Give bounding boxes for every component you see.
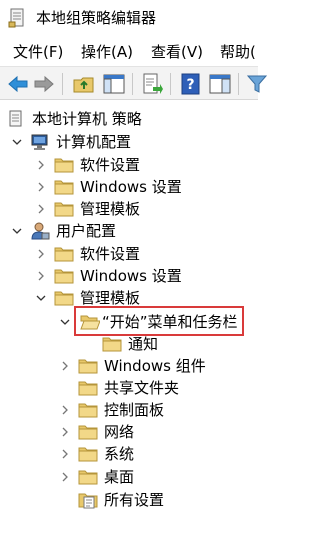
tree-item-computer-config[interactable]: 计算机配置 xyxy=(0,131,258,153)
chevron-right-icon[interactable] xyxy=(58,443,72,465)
menu-view[interactable]: 查看(V) xyxy=(151,42,203,62)
show-hide-tree-icon[interactable] xyxy=(102,72,126,96)
help-icon[interactable]: ? xyxy=(179,72,203,96)
svg-text:?: ? xyxy=(186,77,194,93)
tree-label: 桌面 xyxy=(104,468,135,486)
folder-icon xyxy=(54,156,74,174)
tree-item-shared-folders[interactable]: 共享文件夹 xyxy=(0,377,258,399)
tree-item-notifications[interactable]: 通知 xyxy=(0,333,258,355)
tree-item-windows-components[interactable]: Windows 组件 xyxy=(0,355,258,377)
chevron-right-icon[interactable] xyxy=(58,421,72,443)
folder-icon xyxy=(78,401,98,419)
tree-item-network[interactable]: 网络 xyxy=(0,421,258,443)
title-bar: 本地组策略编辑器 xyxy=(0,0,258,36)
folder-icon xyxy=(54,289,74,307)
tree-item-system[interactable]: 系统 xyxy=(0,443,258,465)
folder-icon xyxy=(54,267,74,285)
up-folder-icon[interactable] xyxy=(72,72,96,96)
chevron-right-icon[interactable] xyxy=(34,198,48,220)
tree-item-cc-software[interactable]: 软件设置 xyxy=(0,154,258,176)
tree-label: 软件设置 xyxy=(80,156,141,174)
toolbar-separator xyxy=(132,73,133,95)
chevron-right-icon[interactable] xyxy=(34,154,48,176)
policy-document-icon xyxy=(6,110,26,128)
chevron-down-icon[interactable] xyxy=(10,220,24,242)
tree-item-cc-windows-settings[interactable]: Windows 设置 xyxy=(0,176,258,198)
tree-item-uc-software[interactable]: 软件设置 xyxy=(0,243,258,265)
chevron-right-icon[interactable] xyxy=(58,355,72,377)
menu-bar: 文件(F) 操作(A) 查看(V) 帮助( xyxy=(0,40,258,64)
menu-action[interactable]: 操作(A) xyxy=(81,42,133,62)
filter-icon[interactable] xyxy=(246,72,270,96)
chevron-down-icon[interactable] xyxy=(10,131,24,153)
chevron-right-icon[interactable] xyxy=(58,466,72,488)
folder-icon xyxy=(102,335,122,353)
policy-editor-icon xyxy=(8,8,26,28)
tree-label: 管理模板 xyxy=(80,289,141,307)
toolbar-separator xyxy=(62,73,63,95)
tree-item-all-settings[interactable]: 所有设置 xyxy=(0,489,258,511)
folder-icon xyxy=(78,423,98,441)
chevron-right-icon[interactable] xyxy=(58,399,72,421)
tree-label: 控制面板 xyxy=(104,401,165,419)
folder-icon xyxy=(78,468,98,486)
settings-list-icon xyxy=(78,491,98,509)
tree-label: 所有设置 xyxy=(104,491,165,509)
tree-item-cc-admin-templates[interactable]: 管理模板 xyxy=(0,198,258,220)
tree-label: 本地计算机 策略 xyxy=(32,110,142,128)
highlight-box xyxy=(74,306,244,336)
toolbar-separator xyxy=(238,73,239,95)
tree-item-root[interactable]: 本地计算机 策略 xyxy=(0,108,258,130)
folder-icon xyxy=(78,445,98,463)
toolbar: ? xyxy=(0,66,268,100)
folder-icon xyxy=(54,245,74,263)
tree-label: 软件设置 xyxy=(80,245,141,263)
folder-icon xyxy=(54,178,74,196)
back-arrow-icon[interactable] xyxy=(6,72,30,96)
forward-arrow-icon[interactable] xyxy=(32,72,56,96)
tree-item-user-config[interactable]: 用户配置 xyxy=(0,220,258,242)
properties-pane-icon[interactable] xyxy=(208,72,232,96)
user-icon xyxy=(30,222,50,240)
chevron-right-icon[interactable] xyxy=(34,243,48,265)
tree-item-control-panel[interactable]: 控制面板 xyxy=(0,399,258,421)
tree-label: 管理模板 xyxy=(80,200,141,218)
tree-label: 通知 xyxy=(128,335,159,353)
folder-icon xyxy=(78,379,98,397)
chevron-down-icon[interactable] xyxy=(34,287,48,309)
tree-label: Windows 组件 xyxy=(104,357,206,375)
tree-label: 计算机配置 xyxy=(56,133,132,151)
tree-label: 网络 xyxy=(104,423,135,441)
toolbar-separator xyxy=(170,73,171,95)
tree-label: Windows 设置 xyxy=(80,178,182,196)
export-list-icon[interactable] xyxy=(140,72,164,96)
tree-label: 系统 xyxy=(104,445,135,463)
tree-label: Windows 设置 xyxy=(80,267,182,285)
folder-icon xyxy=(54,200,74,218)
tree-label: 用户配置 xyxy=(56,222,117,240)
menu-help[interactable]: 帮助( xyxy=(220,42,256,62)
chevron-down-icon[interactable] xyxy=(58,311,72,333)
tree-item-desktop[interactable]: 桌面 xyxy=(0,466,258,488)
tree-item-uc-windows-settings[interactable]: Windows 设置 xyxy=(0,265,258,287)
computer-icon xyxy=(30,133,50,151)
tree-label: 共享文件夹 xyxy=(104,379,180,397)
folder-icon xyxy=(78,357,98,375)
chevron-right-icon[interactable] xyxy=(34,176,48,198)
window-title: 本地组策略编辑器 xyxy=(36,9,157,27)
chevron-right-icon[interactable] xyxy=(34,265,48,287)
menu-file[interactable]: 文件(F) xyxy=(13,42,63,62)
